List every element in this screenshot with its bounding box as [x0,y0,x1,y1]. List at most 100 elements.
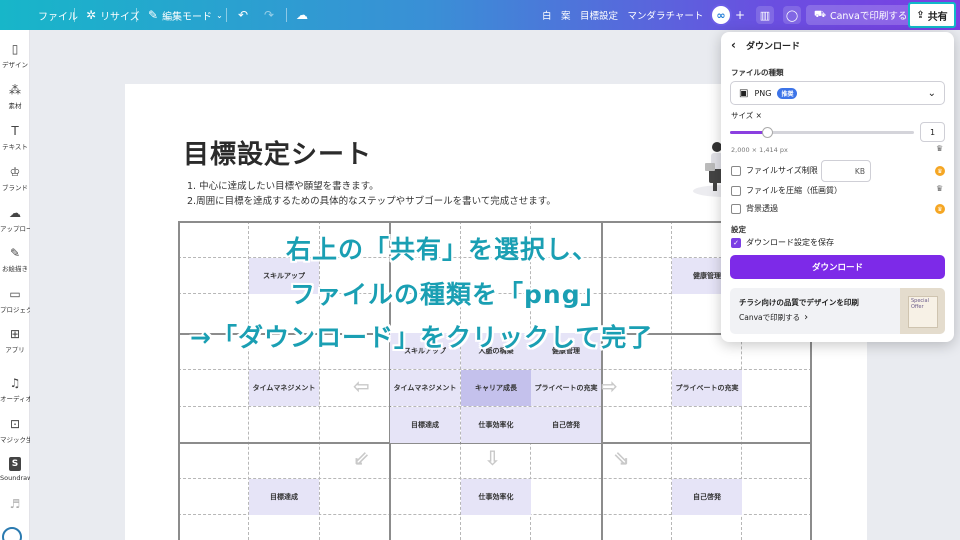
plus-icon: + [735,8,746,22]
sidebar-item-app[interactable]: ♬ [0,497,30,511]
share-icon: ⇪ [916,9,925,21]
bar-chart-icon: ▥ [759,8,771,22]
crown-icon: ♛ [935,204,945,214]
pen-icon: ✎ [9,246,21,260]
grid-cell[interactable]: プライベートの充実 [531,370,601,406]
compress-row[interactable]: ファイルを圧縮（低画質） [731,185,842,196]
insights-button[interactable]: ▥ [756,6,774,24]
promo-thumbnail-flyer: Special Offer [908,296,938,328]
divider [136,8,137,22]
grid-cell[interactable]: 目標達成 [249,479,319,515]
file-size-limit-label: ファイルサイズ制限 [746,166,818,175]
grid-cell[interactable]: タイムマネジメント [390,370,460,406]
sidebar-item-label: テキスト [2,143,28,151]
download-panel: ‹ ダウンロード ファイルの種類 ▣ PNG 推奨 ⌄ サイズ × 1 2,00… [721,32,954,342]
sidebar-item-apps[interactable]: ⊞ アプリ [0,327,30,354]
cloud-check-icon: ☁ [296,8,308,22]
document-title[interactable]: 白 案 目標設定 マンダラチャート A4 [542,0,725,30]
divider [74,8,75,22]
panel-title: ダウンロード [745,41,800,52]
undo-button[interactable]: ↶ [238,0,248,30]
size-input[interactable]: 1 [920,122,945,142]
left-sidebar: ▯ デザイン ⁂ 素材 T テキスト ♔ ブランド ☁ アップロード ✎ お絵描… [0,30,30,540]
grid-cell[interactable]: 自己啓発 [672,479,742,515]
sidebar-item-label: プロジェクト [0,306,30,314]
promo-link[interactable]: Canvaで印刷する › [739,312,808,323]
compress-checkbox[interactable] [731,185,741,196]
sidebar-item-label: Soundraw [0,474,30,482]
arrow-down-icon: ⇩ [484,446,501,470]
file-type-select[interactable]: ▣ PNG 推奨 ⌄ [730,81,945,105]
sidebar-item-draw[interactable]: ✎ お絵描き [0,246,30,273]
crown-icon: ♛ [936,184,944,193]
sidebar-item-label: アップロード [0,225,30,233]
download-button[interactable]: ダウンロード [730,255,945,279]
edit-mode-button[interactable]: ✎ 編集モード ⌄ [148,0,223,30]
settings-label: 設定 [731,225,746,234]
download-button-label: ダウンロード [811,263,863,273]
sidebar-item-magic-media[interactable]: ⊡ マジック生成 [0,417,30,444]
print-label: Canvaで印刷する [829,11,908,22]
file-size-limit-checkbox[interactable] [731,165,741,176]
sidebar-item-elements[interactable]: ⁂ 素材 [0,83,30,110]
apps-grid-icon: ⊞ [9,327,21,341]
share-button[interactable]: ⇪ 共有 [908,2,956,28]
divider [286,8,287,22]
slider-thumb[interactable] [761,127,773,138]
grid-cell[interactable]: 目標達成 [390,407,460,443]
print-button[interactable]: ⛟ Canvaで印刷する [806,5,916,25]
sidebar-item-design[interactable]: ▯ デザイン [0,42,30,69]
instruction-2[interactable]: 2.周囲に目標を達成するための具体的なステップやサブゴールを書いて完成させます。 [187,193,556,207]
comment-button[interactable]: ◯ [783,6,801,24]
grid-cell[interactable]: 仕事効率化 [461,479,531,515]
transparent-bg-label: 背景透過 [746,204,778,213]
grid-cell-center[interactable]: キャリア成長 [461,370,531,406]
transparent-bg-row[interactable]: 背景透過 [731,203,778,214]
chevron-down-icon: ⌄ [216,10,223,20]
sidebar-item-label: オーディオ [0,395,30,403]
file-size-limit-row[interactable]: ファイルサイズ制限 [731,165,818,176]
size-label: サイズ × [731,111,762,120]
save-settings-checkbox[interactable]: ✓ [731,237,741,248]
avatar-glyph: ∞ [716,8,726,22]
avatar[interactable]: ∞ [710,4,732,26]
instruction-1[interactable]: 1. 中心に達成したい目標や願望を書きます。 [187,178,379,192]
page-title[interactable]: 目標設定シート [183,134,372,171]
arrow-down-right-icon: ⇘ [613,446,630,470]
transparent-bg-checkbox[interactable] [731,203,741,214]
redo-button[interactable]: ↷ [264,0,274,30]
add-collaborator-button[interactable]: + [735,0,745,30]
sidebar-item-brand[interactable]: ♔ ブランド [0,165,30,192]
sidebar-item-text[interactable]: T テキスト [0,124,30,151]
music-note-icon: ♫ [9,376,21,390]
grid-cell[interactable]: 仕事効率化 [461,407,531,443]
sparkle-icon: ✲ [86,8,97,22]
soundraw-icon: S [9,457,21,471]
resize-button[interactable]: ✲ リサイズ [86,0,140,30]
folder-icon: ▭ [9,287,21,301]
sidebar-item-label: マジック生成 [0,436,30,444]
size-slider[interactable] [730,127,914,138]
grid-cell[interactable]: プライベートの充実 [672,370,742,406]
grid-cell[interactable]: 自己啓発 [531,407,601,443]
back-icon[interactable]: ‹ [731,38,736,52]
grid-border [178,221,180,540]
file-menu[interactable]: ファイル [38,0,78,30]
extra-app-icon[interactable] [2,527,22,540]
crown-icon: ♛ [935,166,945,176]
sidebar-item-projects[interactable]: ▭ プロジェクト [0,287,30,314]
sidebar-item-audio[interactable]: ♫ オーディオ [0,376,30,403]
music-app-icon: ♬ [9,497,21,511]
cloud-save-button[interactable]: ☁ [296,0,308,30]
sidebar-item-uploads[interactable]: ☁ アップロード [0,206,30,233]
recommended-badge: 推奨 [777,87,798,99]
print-promo-card[interactable]: チラシ向けの品質でデザインを印刷 Canvaで印刷する › Special Of… [730,288,945,334]
layout-icon: ▯ [11,42,19,56]
arrow-left-icon: ⇦ [353,374,370,398]
sidebar-item-soundraw[interactable]: S Soundraw [0,457,30,482]
grid-cell[interactable]: タイムマネジメント [249,370,319,406]
file-size-limit-input[interactable]: KB [821,160,871,182]
cloud-upload-icon: ☁ [9,206,21,220]
save-settings-row[interactable]: ✓ ダウンロード設定を保存 [731,237,834,248]
document-title-text: 白 案 目標設定 マンダラチャート A4 [542,11,726,22]
